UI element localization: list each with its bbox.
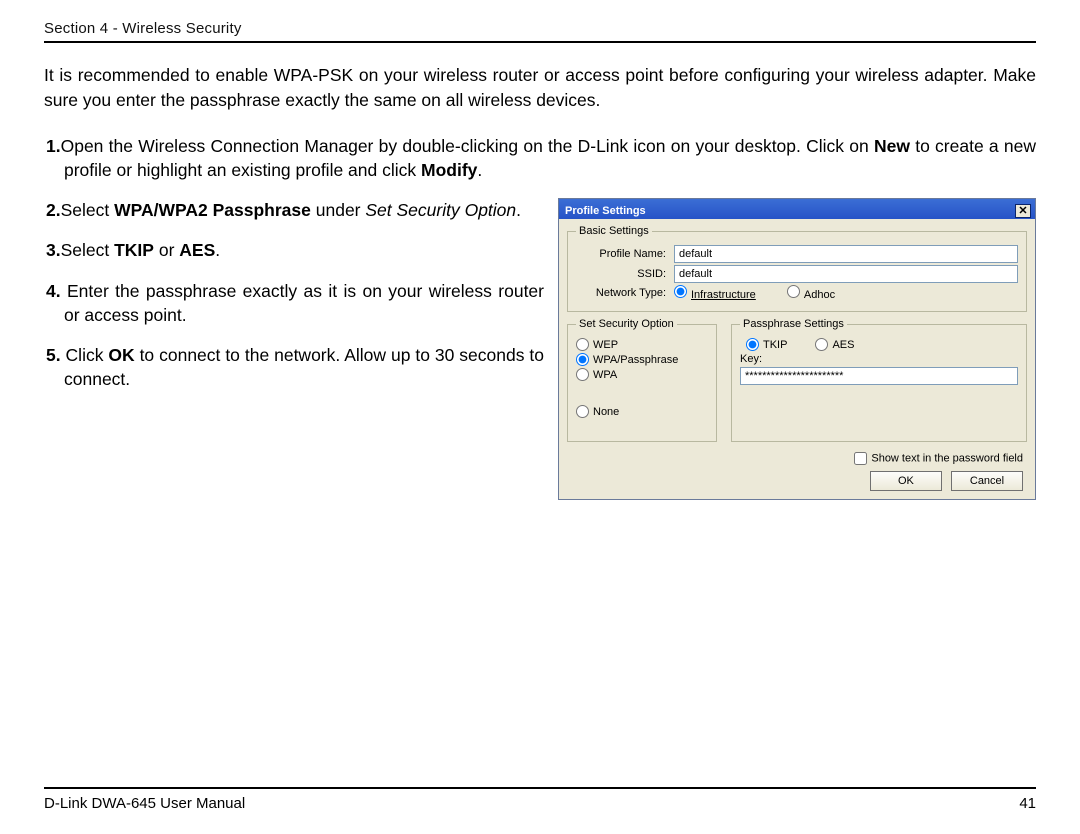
show-password-label: Show text in the password field — [871, 453, 1023, 465]
radio-none-label: None — [593, 406, 619, 418]
step-5-ok: OK — [108, 345, 134, 365]
step-1-text-a: Open the Wireless Connection Manager by … — [61, 136, 874, 156]
step-3-num: 3. — [46, 240, 61, 260]
radio-wpa-label: WPA — [593, 369, 617, 381]
radio-none[interactable] — [576, 405, 589, 418]
step-4-text: Enter the passphrase exactly as it is on… — [61, 281, 544, 325]
ssid-label: SSID: — [576, 268, 666, 280]
radio-wpa-passphrase[interactable] — [576, 353, 589, 366]
radio-adhoc-label: Adhoc — [804, 289, 835, 301]
step-1-num: 1. — [46, 136, 61, 156]
security-option-group: Set Security Option WEP WPA/Passphrase W… — [567, 318, 717, 442]
intro-paragraph: It is recommended to enable WPA-PSK on y… — [44, 63, 1036, 112]
radio-infrastructure[interactable] — [674, 285, 687, 298]
ok-button[interactable]: OK — [870, 471, 942, 491]
key-input[interactable] — [740, 367, 1018, 385]
step-2-num: 2. — [46, 200, 61, 220]
footer-left: D-Link DWA-645 User Manual — [44, 795, 245, 812]
profile-name-input[interactable] — [674, 245, 1018, 263]
page-footer: D-Link DWA-645 User Manual 41 — [44, 787, 1036, 812]
radio-aes[interactable] — [815, 338, 828, 351]
step-2-wpa: WPA/WPA2 Passphrase — [114, 200, 311, 220]
step-3-aes: AES — [179, 240, 215, 260]
step-4-num: 4. — [46, 281, 61, 301]
passphrase-settings-group: Passphrase Settings TKIP AES Key: — [731, 318, 1027, 442]
passphrase-settings-legend: Passphrase Settings — [740, 318, 847, 330]
step-1-new: New — [874, 136, 910, 156]
step-2-text-b: under — [311, 200, 365, 220]
step-5-text-a: Click — [61, 345, 109, 365]
radio-tkip-label: TKIP — [763, 339, 787, 351]
close-icon[interactable]: ✕ — [1015, 204, 1031, 218]
step-2-option: Set Security Option — [365, 200, 516, 220]
dialog-body: Basic Settings Profile Name: SSID: Netwo… — [559, 219, 1035, 499]
step-2-text-c: . — [516, 200, 521, 220]
radio-wpa[interactable] — [576, 368, 589, 381]
show-password-checkbox[interactable] — [854, 452, 867, 465]
step-1-text-c: . — [477, 160, 482, 180]
step-3-text-a: Select — [61, 240, 115, 260]
profile-name-label: Profile Name: — [576, 248, 666, 260]
dialog-title: Profile Settings — [565, 205, 646, 217]
security-row: Set Security Option WEP WPA/Passphrase W… — [567, 318, 1027, 448]
step-1-modify: Modify — [421, 160, 477, 180]
radio-tkip[interactable] — [746, 338, 759, 351]
network-type-label: Network Type: — [576, 287, 666, 299]
radio-wpa-passphrase-label: WPA/Passphrase — [593, 354, 678, 366]
radio-wep[interactable] — [576, 338, 589, 351]
step-3-text-b: or — [154, 240, 179, 260]
dialog-screenshot: Profile Settings ✕ Basic Settings Profil… — [558, 198, 1036, 500]
radio-infrastructure-label: Infrastructure — [691, 289, 756, 301]
security-option-legend: Set Security Option — [576, 318, 677, 330]
dialog-buttons: OK Cancel — [567, 471, 1027, 491]
footer-page-number: 41 — [1019, 795, 1036, 812]
step-2-text-a: Select — [61, 200, 115, 220]
profile-settings-dialog: Profile Settings ✕ Basic Settings Profil… — [558, 198, 1036, 500]
basic-settings-group: Basic Settings Profile Name: SSID: Netwo… — [567, 225, 1027, 312]
dialog-titlebar[interactable]: Profile Settings ✕ — [559, 199, 1035, 219]
show-password-row: Show text in the password field — [567, 452, 1023, 465]
ssid-input[interactable] — [674, 265, 1018, 283]
step-3-tkip: TKIP — [114, 240, 154, 260]
network-type-options: Infrastructure Adhoc — [674, 285, 1018, 301]
step-5-num: 5. — [46, 345, 61, 365]
key-label: Key: — [740, 353, 762, 365]
step-5-text-b: to connect to the network. Allow up to 3… — [64, 345, 544, 389]
radio-adhoc[interactable] — [787, 285, 800, 298]
radio-wep-label: WEP — [593, 339, 618, 351]
section-header: Section 4 - Wireless Security — [44, 20, 1036, 43]
step-1: 1.Open the Wireless Connection Manager b… — [44, 134, 1036, 182]
basic-settings-legend: Basic Settings — [576, 225, 652, 237]
cancel-button[interactable]: Cancel — [951, 471, 1023, 491]
step-3-text-c: . — [215, 240, 220, 260]
radio-aes-label: AES — [832, 339, 854, 351]
